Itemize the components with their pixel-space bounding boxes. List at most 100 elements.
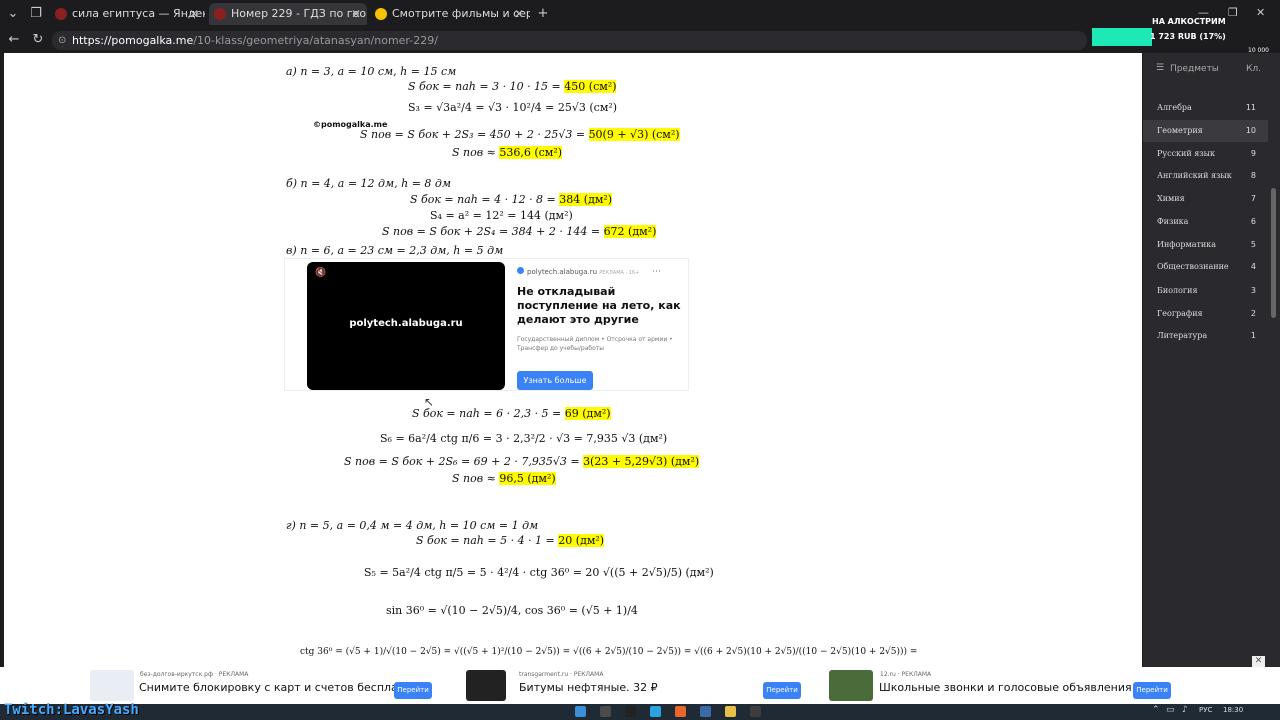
bottom-ad-strip: без-долгов-иркутск.рф · РЕКЛАМА Снимите … — [0, 667, 1280, 704]
sidebar-item-russian[interactable]: Русский язык 9 — [1143, 143, 1268, 165]
part-b-heading: б) n = 4, a = 12 дм, h = 8 дм — [286, 177, 452, 190]
sidebar-item-social-studies[interactable]: Обществознание 4 — [1143, 256, 1268, 278]
more-options-icon[interactable]: ⋯ — [652, 267, 661, 277]
ad-go-button[interactable]: Перейти — [394, 682, 432, 699]
ad-source[interactable]: polytech.alabuga.ru РЕКЛАМА · 16+ — [517, 267, 687, 276]
volume-icon[interactable]: ♪ — [1182, 705, 1188, 715]
firefox-icon[interactable] — [675, 706, 686, 717]
ad-title[interactable]: Снимите блокировку с карт и счетов беспл… — [139, 681, 422, 694]
ad-video-text: polytech.alabuga.ru — [349, 318, 463, 329]
sidebar-item-geometry[interactable]: Геометрия 10 — [1143, 120, 1268, 142]
clock[interactable]: 18:30 — [1223, 706, 1243, 714]
video-ad-block[interactable]: 🔇 polytech.alabuga.ru polytech.alabuga.r… — [284, 258, 689, 391]
tab-collections-icon[interactable]: ❐ — [26, 4, 46, 24]
formula-line: S бок = nah = 4 · 12 · 8 = 384 (дм²) — [410, 193, 613, 206]
stream-amount: 1 723 RUB (17%) — [1150, 32, 1226, 41]
new-tab-button[interactable]: + — [533, 4, 553, 24]
sidebar-item-physics[interactable]: Физика 6 — [1143, 211, 1268, 233]
formula-line: S пов ≈ 536,6 (см²) — [452, 146, 563, 159]
menu-icon[interactable]: ☰ — [1156, 63, 1164, 73]
app-icon[interactable] — [625, 706, 636, 717]
page-scrollbar[interactable] — [1268, 53, 1280, 667]
part-c-heading: в) n = 6, a = 23 см = 2,3 дм, h = 5 дм — [286, 244, 504, 257]
formula-line: S бок = nah = 3 · 10 · 15 = 450 (см²) — [408, 80, 617, 93]
part-a-heading: а) n = 3, a = 10 см, h = 15 см — [286, 65, 457, 78]
close-tab-icon[interactable]: ✕ — [189, 3, 199, 25]
app-icon-2[interactable] — [750, 706, 761, 717]
lock-icon: ⊙ — [58, 35, 67, 46]
sidebar-header: ☰ Предметы Кл. — [1143, 53, 1268, 85]
telegram-icon[interactable] — [650, 706, 661, 717]
maximize-button[interactable]: ❐ — [1228, 6, 1238, 19]
start-icon[interactable] — [575, 706, 586, 717]
bottom-ad[interactable]: transgarment.ru · РЕКЛАМА Битумы нефтяны… — [466, 667, 806, 704]
ad-title[interactable]: Битумы нефтяные. 32 ₽ — [519, 681, 658, 694]
ad-video[interactable]: 🔇 polytech.alabuga.ru — [307, 262, 505, 390]
sidebar-item-chemistry[interactable]: Химия 7 — [1143, 188, 1268, 210]
steam-icon[interactable] — [600, 706, 611, 717]
ad-go-button[interactable]: Перейти — [1133, 682, 1171, 699]
sidebar-title: Предметы — [1170, 64, 1219, 74]
address-bar-row: ← ↻ ⊙ https://pomogalka.me/10-klass/geom… — [0, 28, 1280, 53]
mute-icon[interactable]: 🔇 — [315, 268, 326, 278]
tab-active[interactable]: Номер 229 - ГДЗ по геометрии 10 ✕ — [209, 3, 367, 25]
reload-button[interactable]: ↻ — [28, 30, 48, 50]
tab-title: Номер 229 - ГДЗ по геометрии 10 — [231, 7, 367, 20]
ad-source-icon — [517, 267, 524, 274]
page-content: ©pomogalka.me а) n = 3, a = 10 см, h = 1… — [4, 53, 1142, 667]
mouse-cursor-icon: ↖ — [424, 395, 435, 409]
formula-line: S бок = nah = 5 · 4 · 1 = 20 (дм²) — [416, 534, 605, 547]
ad-source: без-долгов-иркутск.рф · РЕКЛАМА — [140, 671, 249, 678]
tab-search[interactable]: сила египтуса — Яндекс: нашлось ✕ — [50, 3, 205, 25]
formula-line: sin 36⁰ = √(10 − 2√5)/4, cos 36⁰ = (√5 +… — [386, 604, 638, 617]
ad-source: transgarment.ru · РЕКЛАМА — [519, 671, 604, 678]
answer-highlight: 450 (см²) — [564, 80, 617, 93]
steam-icon-2[interactable] — [700, 706, 711, 717]
tray-arrow-icon[interactable]: ⌃ — [1152, 705, 1160, 715]
ad-learn-more-button[interactable]: Узнать больше — [517, 371, 593, 390]
answer-highlight: 96,5 (дм²) — [499, 472, 556, 485]
tab-title: сила египтуса — Яндекс: нашлось — [72, 7, 205, 20]
tab-list-button[interactable]: ⌄ — [3, 4, 23, 24]
stream-progress-bar — [1092, 28, 1152, 46]
tab-movies[interactable]: Смотрите фильмы и сериалы он... ✕ — [370, 3, 530, 25]
formula-line: S пов = S бок + 2S₄ = 384 + 2 · 144 = 67… — [382, 225, 657, 238]
close-ad-icon[interactable]: ✕ — [1252, 656, 1265, 667]
sidebar-item-algebra[interactable]: Алгебра 11 — [1143, 97, 1268, 119]
sidebar-item-literature[interactable]: Литература 1 — [1143, 325, 1268, 347]
twitch-overlay: Twitch:LavasYash — [4, 702, 139, 718]
ad-image — [90, 670, 134, 701]
formula-line: S бок = nah = 6 · 2,3 · 5 = 69 (дм²) — [412, 407, 611, 420]
ad-image — [466, 670, 506, 701]
answer-highlight: 50(9 + √3) (см²) — [588, 128, 680, 141]
sidebar-item-biology[interactable]: Биология 3 — [1143, 280, 1268, 302]
bottom-ad[interactable]: 12.ru · РЕКЛАМА Школьные звонки и голосо… — [829, 667, 1179, 704]
ad-title[interactable]: Школьные звонки и голосовые объявления — [879, 681, 1132, 694]
yandex-favicon-icon — [55, 8, 67, 20]
ad-description: Государственный диплом • Отсрочка от арм… — [517, 336, 673, 352]
formula-line: ctg 36⁰ = (√5 + 1)/√(10 − 2√5) = √((√5 +… — [300, 647, 918, 657]
url-field[interactable]: ⊙ https://pomogalka.me/10-klass/geometri… — [52, 31, 1087, 50]
folder-icon[interactable] — [725, 706, 736, 717]
language-indicator[interactable]: РУС — [1199, 706, 1212, 714]
answer-highlight: 69 (дм²) — [564, 407, 611, 420]
scrollbar-thumb[interactable] — [1271, 188, 1276, 318]
formula-line: S₆ = 6a²/4 ctg π/6 = 3 · 2,3²/2 · √3 = 7… — [380, 432, 668, 445]
ad-headline[interactable]: Не откладывай поступление на лето, как д… — [517, 285, 687, 327]
close-tab-icon[interactable]: ✕ — [351, 3, 361, 25]
pomogalka-favicon-icon — [214, 8, 226, 20]
bottom-ad[interactable]: без-долгов-иркутск.рф · РЕКЛАМА Снимите … — [90, 667, 440, 704]
sidebar-item-geography[interactable]: География 2 — [1143, 303, 1268, 325]
movies-favicon-icon — [375, 8, 387, 20]
minimize-button[interactable]: — — [1198, 6, 1209, 19]
sidebar-item-informatics[interactable]: Информатика 5 — [1143, 234, 1268, 256]
formula-line: S₃ = √3a²/4 = √3 · 10²/4 = 25√3 (см²) — [408, 101, 618, 114]
back-button[interactable]: ← — [4, 30, 24, 50]
tab-bar: ⌄ ❐ сила египтуса — Яндекс: нашлось ✕ Но… — [0, 0, 1280, 28]
answer-highlight: 3(23 + 5,29√3) (дм²) — [583, 455, 700, 468]
close-window-button[interactable]: ✕ — [1256, 6, 1265, 19]
sidebar-item-english[interactable]: Английский язык 8 — [1143, 165, 1268, 187]
close-tab-icon[interactable]: ✕ — [514, 3, 524, 25]
network-icon[interactable]: ▭ — [1166, 705, 1175, 715]
ad-go-button[interactable]: Перейти — [763, 682, 801, 699]
